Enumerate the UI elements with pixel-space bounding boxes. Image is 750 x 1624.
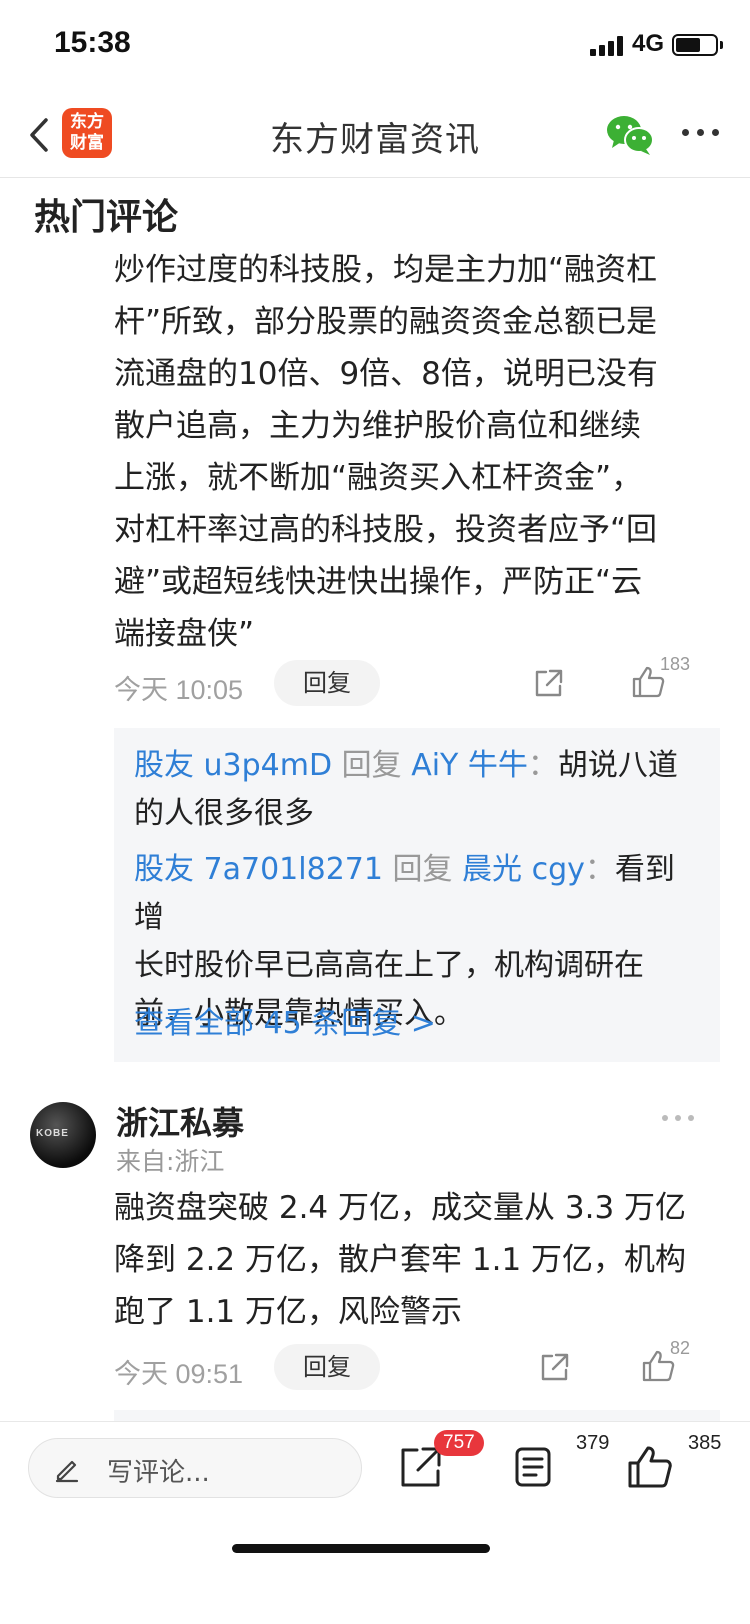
avatar[interactable]: KOBE (30, 1102, 96, 1168)
bottom-bar: 写评论... 757 379 385 (0, 1421, 750, 1624)
comments-icon[interactable] (508, 1442, 558, 1492)
comments-count: 379 (576, 1432, 610, 1454)
pencil-icon (55, 1460, 79, 1483)
comment-line: 流通盘的10倍、9倍、8倍，说明已没有 (114, 356, 658, 392)
share-icon[interactable] (538, 1350, 572, 1384)
reply-target-link[interactable]: AiY 牛牛 (411, 748, 528, 783)
comment-meta: 今天 10:05 回复 183 (114, 654, 714, 708)
comment-line: 端接盘侠” (114, 616, 255, 652)
home-indicator[interactable] (232, 1544, 490, 1553)
author-location: 来自:浙江 (116, 1147, 225, 1176)
wechat-share-icon[interactable] (606, 114, 654, 156)
more-icon[interactable] (682, 118, 722, 148)
section-title: 热门评论 (34, 197, 179, 238)
comment-line: 融资盘突破 2.4 万亿，成交量从 3.3 万亿 (114, 1190, 687, 1226)
comment-line: 避”或超短线快进快出操作，严防正“云 (114, 564, 643, 600)
reply-colon: ： (527, 748, 558, 783)
like-count: 82 (670, 1338, 691, 1358)
likes-count: 385 (688, 1432, 722, 1454)
status-bar: 15:38 4G (0, 0, 750, 92)
share-icon[interactable] (532, 666, 566, 700)
reply-user-link[interactable]: 股友 7a701l8271 (134, 852, 383, 887)
like-icon[interactable] (624, 1442, 674, 1492)
status-time: 15:38 (54, 26, 131, 59)
share-count-badge: 757 (434, 1430, 484, 1456)
comment-meta: 今天 09:51 回复 82 (114, 1338, 714, 1392)
like-count: 183 (660, 654, 691, 674)
view-all-replies-link[interactable]: 查看全部 45 条回复 > (134, 998, 436, 1042)
comment-line: 炒作过度的科技股，均是主力加“融资杠 (114, 252, 658, 288)
reply-target-link[interactable]: 晨光 cgy (462, 852, 585, 887)
comment-line: 散户追高，主力为维护股价高位和继续 (114, 408, 641, 444)
write-comment-input[interactable]: 写评论... (28, 1438, 362, 1498)
comment-line: 上涨，就不断加“融资买入杠杆资金”， (114, 460, 643, 496)
reply-button[interactable]: 回复 (274, 1344, 380, 1390)
avatar-text: KOBE (36, 1128, 69, 1139)
comment-more-icon[interactable] (662, 1112, 696, 1126)
reply-verb: 回复 (341, 748, 402, 783)
reply-verb: 回复 (392, 852, 453, 887)
reply-item: 股友 u3p4mD 回复 AiY 牛牛：胡说八道 的人很多很多 (134, 742, 704, 838)
comment-time: 今天 09:51 (114, 1359, 244, 1389)
comment-line: 跑了 1.1 万亿，风险警示 (114, 1294, 463, 1330)
reply-colon: ： (584, 852, 615, 887)
battery-tip (720, 41, 723, 49)
comment-text: 炒作过度的科技股，均是主力加“融资杠 杆”所致，部分股票的融资资金总额已是 流通… (114, 244, 714, 660)
comment-text: 融资盘突破 2.4 万亿，成交量从 3.3 万亿 降到 2.2 万亿，散户套牢 … (114, 1182, 714, 1338)
reply-text: 的人很多很多 (134, 796, 314, 831)
comment-line: 杆”所致，部分股票的融资资金总额已是 (114, 304, 658, 340)
reply-user-link[interactable]: 股友 u3p4mD (134, 748, 332, 783)
reply-button[interactable]: 回复 (274, 660, 380, 706)
replies-box: 股友 u3p4mD 回复 AiY 牛牛：胡说八道 的人很多很多 股友 7a701… (114, 728, 720, 1062)
reply-text: 长时股价早已高高在上了，机构调研在 (134, 948, 644, 983)
comment-line: 降到 2.2 万亿，散户套牢 1.1 万亿，机构 (114, 1242, 687, 1278)
write-comment-placeholder: 写评论... (107, 1458, 210, 1488)
comment-line: 对杠杆率过高的科技股，投资者应予“回 (114, 512, 658, 548)
author-name[interactable]: 浙江私募 (116, 1098, 244, 1144)
network-label: 4G (632, 30, 665, 57)
reply-text: 胡说八道 (557, 748, 678, 783)
nav-bar: 东方 财富 东方财富资讯 (0, 92, 750, 178)
battery-icon (672, 34, 718, 56)
comment-time: 今天 10:05 (114, 675, 244, 705)
signal-icon (590, 34, 626, 56)
